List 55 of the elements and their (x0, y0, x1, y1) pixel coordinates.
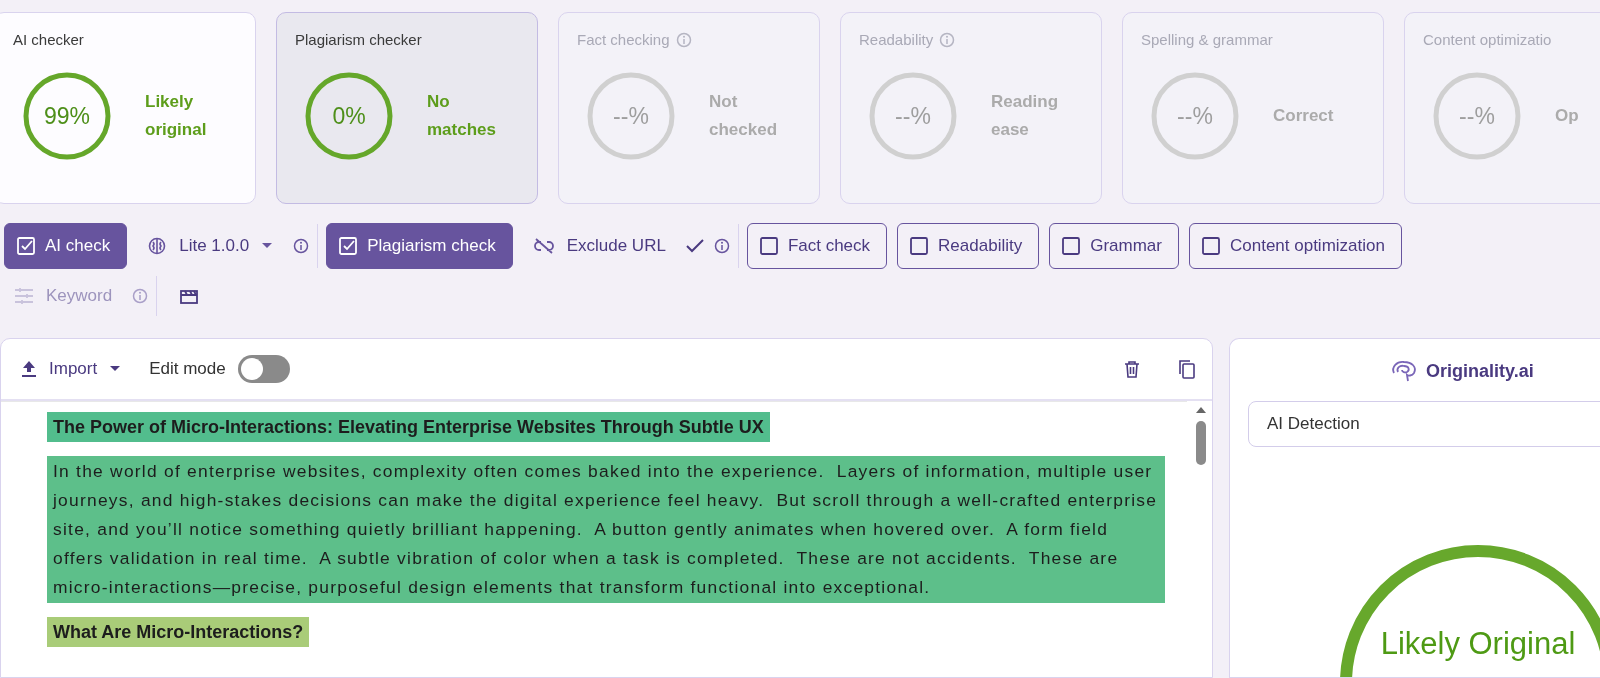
caret-icon (261, 242, 274, 250)
brain-icon (147, 236, 168, 256)
checkbox-icon (1062, 237, 1081, 255)
card-title: Spelling & grammar (1141, 31, 1273, 48)
score-percent: --% (613, 102, 649, 130)
card-status: No matches (427, 91, 497, 141)
info-icon[interactable] (293, 238, 310, 254)
checkbox-icon (910, 237, 929, 255)
checkbox-icon (1201, 237, 1220, 255)
brand-name: Originality.ai (1426, 360, 1534, 382)
copy-icon[interactable] (1178, 359, 1196, 379)
card-status: Correct (1273, 105, 1335, 127)
edit-mode-label: Edit mode (149, 359, 226, 379)
check-toggle-button[interactable]: Plagiarism check (326, 223, 513, 269)
clapperboard-icon[interactable] (179, 287, 200, 305)
trash-icon[interactable] (1124, 360, 1140, 378)
card-status: Not checked (709, 91, 779, 141)
card-title: Readability (859, 31, 934, 48)
checkbox-icon (339, 237, 358, 255)
checker-card[interactable]: Plagiarism checker 0% No matches (276, 12, 538, 204)
highlighted-heading: What Are Micro-Interactions? (47, 617, 310, 647)
info-icon[interactable] (713, 238, 730, 254)
card-title: Content optimizatio (1423, 31, 1552, 48)
card-title: AI checker (13, 31, 84, 48)
exclude-url-button[interactable]: Exclude URL (522, 223, 676, 269)
check-toggle-button[interactable]: Readability (897, 223, 1040, 269)
score-percent: 0% (332, 102, 366, 130)
link-off-icon (532, 237, 555, 255)
card-status: Op (1555, 105, 1580, 127)
score-percent: --% (895, 102, 931, 130)
score-percent: --% (1177, 102, 1213, 130)
card-status: Likely original (145, 91, 208, 141)
card-title: Plagiarism checker (295, 31, 422, 48)
score-percent: --% (1459, 102, 1495, 130)
detection-mode-select[interactable]: AI Detection (1248, 401, 1600, 447)
score-percent: 99% (43, 102, 90, 130)
card-status: Reading ease (991, 91, 1060, 141)
checkbox-icon (17, 237, 35, 255)
brain-logo-icon (1390, 359, 1418, 383)
checker-card[interactable]: AI checker 99% Likely original (0, 12, 256, 204)
edit-mode-switch[interactable] (237, 355, 290, 383)
caret-icon (109, 365, 122, 373)
check-toggle-button[interactable]: Content optimization (1188, 223, 1402, 269)
upload-icon (21, 360, 37, 378)
result-label: Likely Original (1380, 627, 1576, 663)
model-dropdown[interactable]: Lite 1.0.0 (137, 223, 284, 269)
check-toggle-button[interactable]: Grammar (1049, 223, 1179, 269)
highlighted-paragraph: In the world of enterprise websites, complexity often comes baked into the experience. Layers of information, multiple user journeys, and high-stakes decisions can make the digital experience feel heavy. But scroll through a well-crafted enterprise site, and you’ll notice something quietly brilliant happening. A button gently animates when hovered over. A form field offers validation in real time. A subtle vibration of color when a task is completed. These are not accidents. These are micro-interactions—precise, purposeful design elements that transform functional into exceptional. (47, 456, 1165, 603)
sliders-icon (14, 287, 34, 305)
card-title: Fact checking (577, 31, 670, 48)
import-dropdown[interactable]: Import (21, 359, 122, 379)
highlighted-heading: The Power of Micro-Interactions: Elevating Enterprise Websites Through Subtle UX (47, 412, 770, 442)
check-toggle-button[interactable]: AI check (4, 223, 128, 269)
checkbox-icon (759, 237, 778, 255)
check-toggle-button[interactable]: Fact check (746, 223, 888, 269)
